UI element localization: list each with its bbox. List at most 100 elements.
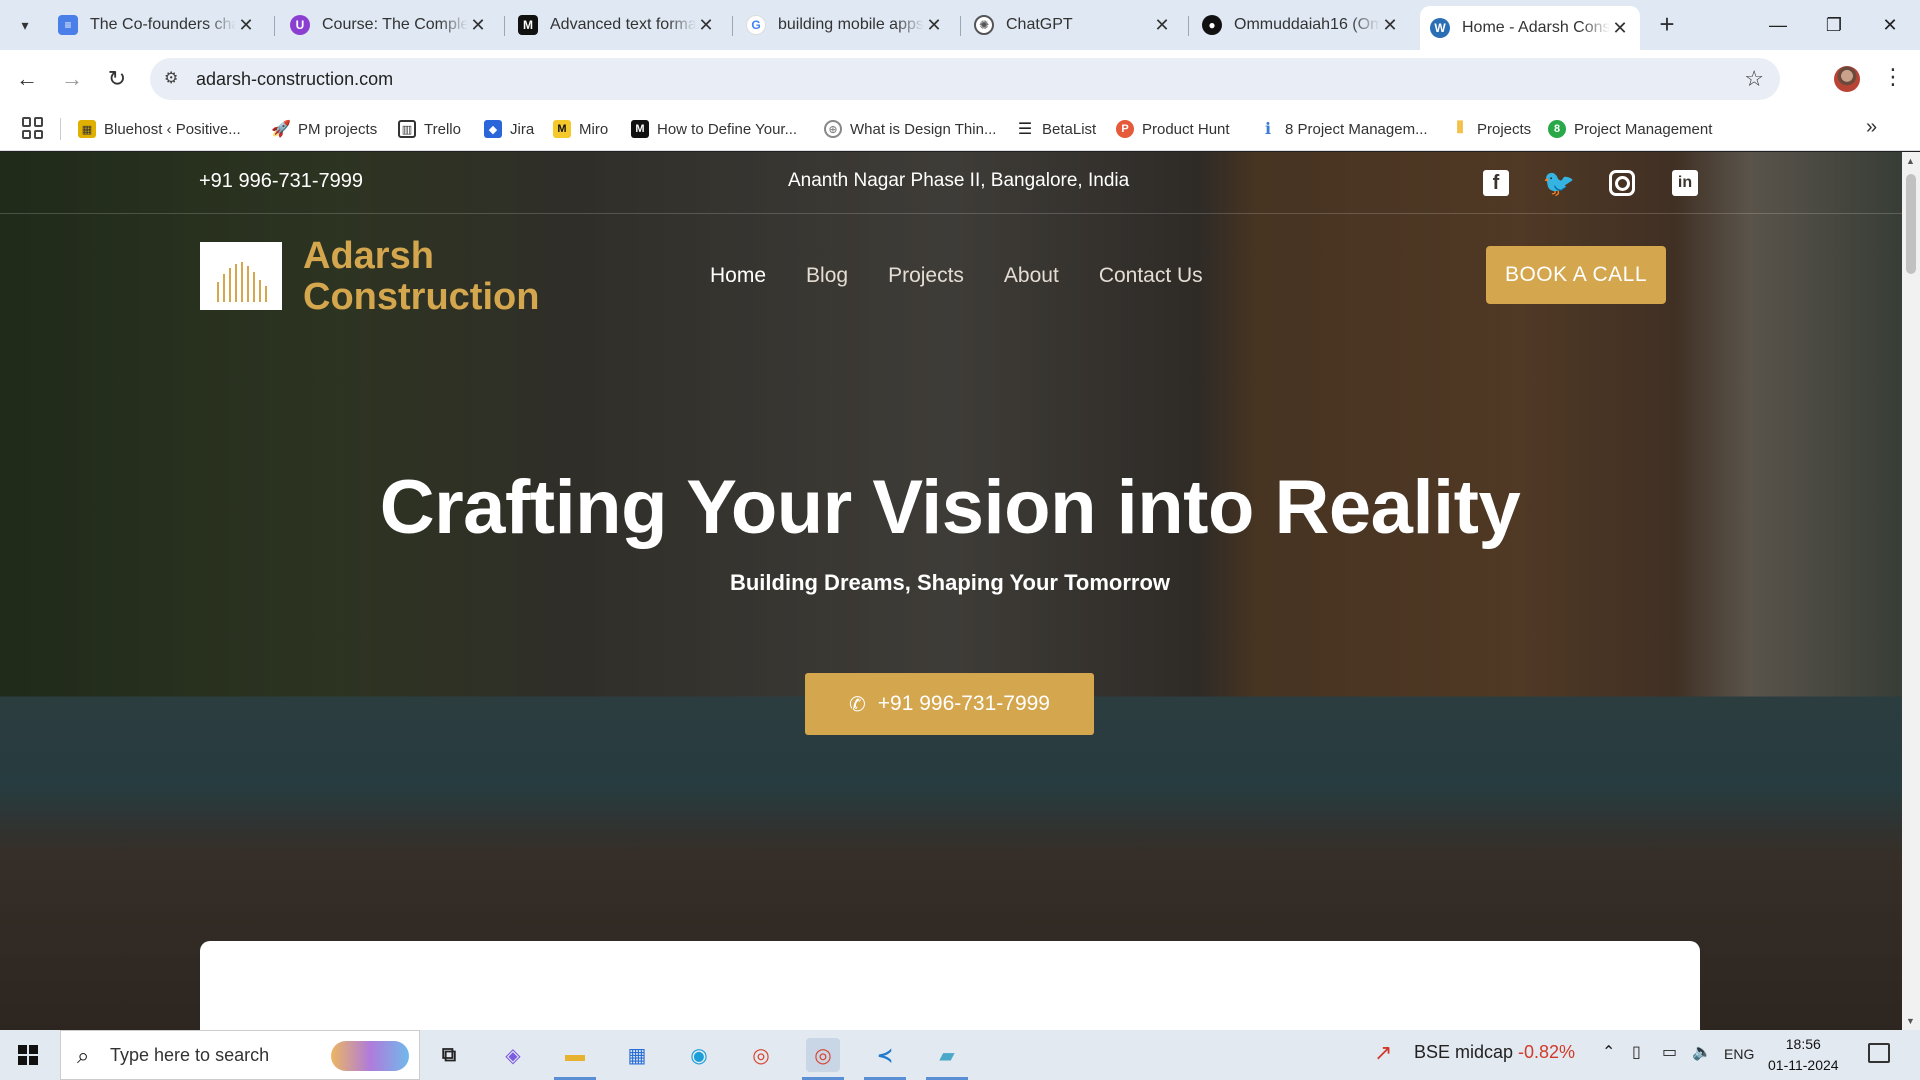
chrome-icon[interactable]: ◎ <box>744 1038 778 1072</box>
wordpress-icon: W <box>1430 18 1450 38</box>
volume-icon[interactable]: 🔈 <box>1692 1042 1712 1062</box>
bookmark-item[interactable]: ⊕ What is Design Thin... <box>824 118 996 140</box>
chrome-profile-icon[interactable]: ◎ <box>802 1038 844 1080</box>
jira-icon: ◆ <box>484 120 502 138</box>
browser-tab-strip: ▾ ≡ The Co-founders cha ✕ U Course: The … <box>0 0 1920 50</box>
browser-tab[interactable]: ≡ The Co-founders cha ✕ <box>48 6 266 44</box>
google-docs-icon: ≡ <box>58 15 78 35</box>
bluehost-icon: ▦ <box>78 120 96 138</box>
twitter-icon[interactable]: 🐦 <box>1543 168 1575 198</box>
new-tab-plus-icon[interactable]: + <box>1652 10 1682 40</box>
close-tab-icon[interactable]: ✕ <box>924 15 944 36</box>
notepad-icon[interactable]: ▰ <box>926 1038 968 1080</box>
nav-contact[interactable]: Contact Us <box>1099 264 1203 288</box>
bookmark-star-icon[interactable]: ☆ <box>1744 66 1764 92</box>
site-topbar: +91 996-731-7999 Ananth Nagar Phase II, … <box>0 152 1902 214</box>
scroll-down-icon[interactable]: ▼ <box>1906 1016 1915 1026</box>
info-icon: ℹ <box>1259 120 1277 138</box>
close-tab-icon[interactable]: ✕ <box>468 15 488 36</box>
edge-icon[interactable]: ◉ <box>682 1038 716 1072</box>
stock-name[interactable]: BSE midcap <box>1414 1042 1513 1063</box>
bookmark-item[interactable]: ◆ Jira <box>484 118 534 140</box>
instagram-icon[interactable] <box>1609 170 1635 196</box>
address-bar[interactable]: ⚙ adarsh-construction.com ☆ <box>150 58 1780 100</box>
bookmark-item[interactable]: ▥ Trello <box>398 118 461 140</box>
more-bookmarks-icon[interactable]: » <box>1866 116 1877 139</box>
bookmark-item[interactable]: ⦀ Projects <box>1451 118 1531 140</box>
microsoft-store-icon[interactable]: ▦ <box>620 1038 654 1072</box>
tab-search-chevron-icon[interactable]: ▾ <box>8 8 42 42</box>
scroll-up-icon[interactable]: ▲ <box>1906 156 1915 166</box>
rocket-icon: 🚀 <box>271 121 291 138</box>
minimize-icon[interactable]: — <box>1750 0 1806 50</box>
nav-projects[interactable]: Projects <box>888 264 964 288</box>
hero-subtitle: Building Dreams, Shaping Your Tomorrow <box>729 570 1171 595</box>
copilot-icon[interactable]: ◈ <box>496 1038 530 1072</box>
building-logo-icon <box>217 262 267 302</box>
main-nav: Home Blog Projects About Contact Us <box>710 264 1203 288</box>
notifications-icon[interactable] <box>1868 1043 1890 1063</box>
battery-icon[interactable]: ▭ <box>1662 1042 1677 1062</box>
diwali-search-highlight-icon[interactable] <box>331 1041 409 1071</box>
browser-tab[interactable]: M Advanced text forma ✕ <box>508 6 726 44</box>
back-arrow-icon[interactable]: ← <box>10 62 44 96</box>
browser-tab-active[interactable]: W Home - Adarsh Cons ✕ <box>1420 6 1640 50</box>
nav-home[interactable]: Home <box>710 264 766 288</box>
nav-blog[interactable]: Blog <box>806 264 848 288</box>
linkedin-icon[interactable]: in <box>1672 170 1698 196</box>
site-info-icon[interactable]: ⚙ <box>164 68 186 90</box>
restore-icon[interactable]: ❐ <box>1806 0 1862 50</box>
taskbar-search[interactable]: ⌕ Type here to search <box>60 1030 420 1080</box>
apps-grid-icon[interactable] <box>22 117 44 139</box>
reload-icon[interactable]: ↻ <box>100 62 134 96</box>
close-tab-icon[interactable]: ✕ <box>1152 15 1172 36</box>
chrome-menu-icon[interactable]: ⋮ <box>1882 64 1904 90</box>
task-view-icon[interactable]: ⧉ <box>432 1038 466 1072</box>
bookmark-item[interactable]: 🚀 PM projects <box>271 118 377 140</box>
forward-arrow-icon[interactable]: → <box>55 62 89 96</box>
bookmark-item[interactable]: 8 Project Management <box>1548 118 1712 140</box>
medium-icon: M <box>518 15 538 35</box>
bookmark-item[interactable]: ℹ 8 Project Managem... <box>1259 118 1428 140</box>
close-tab-icon[interactable]: ✕ <box>1610 18 1630 39</box>
topbar-phone[interactable]: +91 996-731-7999 <box>199 170 363 193</box>
page-scrollbar[interactable]: ▲ ▼ <box>1902 152 1920 1030</box>
browser-tab[interactable]: U Course: The Complet ✕ <box>280 6 498 44</box>
bookmark-item[interactable]: ☰ BetaList <box>1016 118 1096 140</box>
hero-call-button[interactable]: ✆ +91 996-731-7999 <box>805 673 1094 735</box>
windows-start-icon[interactable] <box>18 1045 38 1065</box>
close-tab-icon[interactable]: ✕ <box>236 15 256 36</box>
bookmark-item[interactable]: ▦ Bluehost ‹ Positive... <box>78 118 241 140</box>
tray-chevron-icon[interactable]: ⌃ <box>1602 1042 1615 1062</box>
scrollbar-thumb[interactable] <box>1906 174 1916 274</box>
device-icon[interactable]: ▯ <box>1632 1042 1641 1062</box>
close-tab-icon[interactable]: ✕ <box>696 15 716 36</box>
site-logo[interactable] <box>200 242 282 310</box>
browser-tab[interactable]: ● Ommuddaiah16 (Om ✕ <box>1192 6 1410 44</box>
brand-name[interactable]: Adarsh Construction <box>303 236 539 318</box>
facebook-icon[interactable]: f <box>1483 170 1509 196</box>
content-card <box>200 941 1700 1030</box>
topbar-address: Ananth Nagar Phase II, Bangalore, India <box>788 170 1130 191</box>
browser-tab[interactable]: ✺ ChatGPT ✕ <box>964 6 1182 44</box>
system-clock[interactable]: 18:56 01-11-2024 <box>1768 1034 1839 1076</box>
bookmark-item[interactable]: M How to Define Your... <box>631 118 797 140</box>
close-window-icon[interactable]: ✕ <box>1862 0 1918 50</box>
website-hero: +91 996-731-7999 Ananth Nagar Phase II, … <box>0 152 1902 1030</box>
bookmark-item[interactable]: M Miro <box>553 118 608 140</box>
nav-about[interactable]: About <box>1004 264 1059 288</box>
vscode-icon[interactable]: ≺ <box>864 1038 906 1080</box>
book-a-call-button[interactable]: BOOK A CALL <box>1486 246 1666 304</box>
bookmark-item[interactable]: P Product Hunt <box>1116 118 1230 140</box>
profile-avatar[interactable] <box>1834 66 1860 92</box>
file-explorer-icon[interactable]: ▬ <box>554 1038 596 1080</box>
url-text[interactable]: adarsh-construction.com <box>196 69 393 90</box>
browser-tab[interactable]: G building mobile apps ✕ <box>736 6 954 44</box>
product-hunt-icon: P <box>1116 120 1134 138</box>
stock-chart-icon[interactable]: ↗ <box>1374 1040 1392 1066</box>
phone-icon: ✆ <box>848 693 866 716</box>
bookmarks-bar: ▦ Bluehost ‹ Positive... 🚀 PM projects ▥… <box>0 108 1920 151</box>
close-tab-icon[interactable]: ✕ <box>1380 15 1400 36</box>
browser-toolbar: ← → ↻ ⚙ adarsh-construction.com ☆ ⋮ <box>0 50 1920 108</box>
language-indicator[interactable]: ENG <box>1724 1046 1754 1062</box>
